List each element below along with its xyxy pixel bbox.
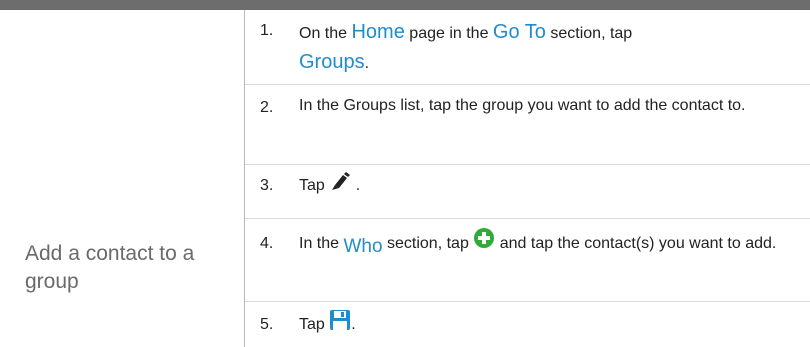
- home-link[interactable]: Home: [351, 21, 404, 43]
- step-1: 1. On the Home page in the Go To section…: [245, 10, 810, 80]
- add-circle-icon: [473, 227, 495, 261]
- task-cell: Add a contact to a group: [0, 10, 244, 347]
- step-text: In the Who section, tap and tap the cont…: [299, 227, 794, 261]
- step-text: In the Groups list, tap the group you wa…: [299, 97, 746, 114]
- step-text: Tap .: [299, 309, 794, 341]
- step-3: 3. Tap .: [245, 165, 810, 210]
- step-number: 4.: [260, 235, 274, 252]
- step-number: 5.: [260, 316, 274, 333]
- pencil-icon: [329, 171, 351, 201]
- groups-link[interactable]: Groups: [299, 51, 365, 73]
- go-to-link[interactable]: Go To: [493, 21, 546, 43]
- steps-list: 1. On the Home page in the Go To section…: [245, 10, 810, 347]
- table-header-bar: [0, 0, 810, 10]
- step-number: 1.: [260, 22, 274, 39]
- step-2: 2. In the Groups list, tap the group you…: [245, 85, 810, 163]
- who-link[interactable]: Who: [343, 236, 382, 257]
- step-number: 3.: [260, 177, 274, 194]
- step-5: 5. Tap .: [245, 302, 810, 347]
- step-text: Tap .: [299, 171, 794, 201]
- task-label: Add a contact to a group: [25, 242, 195, 293]
- step-text: On the Home page in the Go To section, t…: [299, 21, 633, 73]
- step-4: 4. In the Who section, tap and tap the c…: [245, 219, 810, 299]
- step-number: 2.: [260, 99, 274, 116]
- save-icon: [329, 309, 351, 341]
